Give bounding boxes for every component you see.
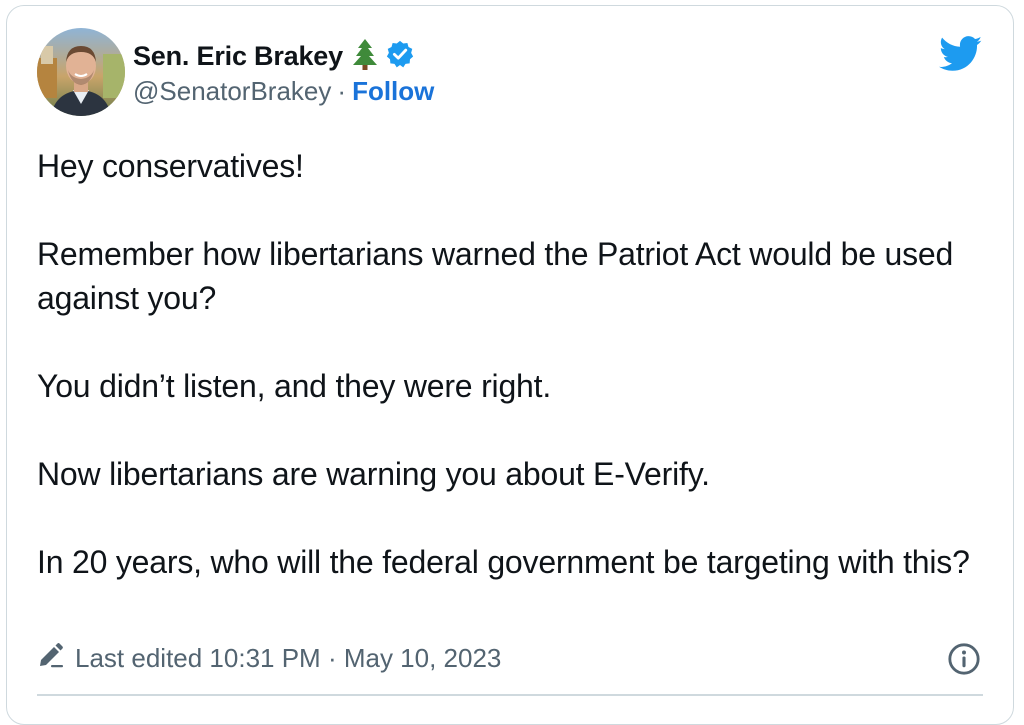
author-handle[interactable]: @SenatorBrakey bbox=[133, 76, 331, 107]
last-edited-timestamp[interactable]: Last edited 10:31 PM · May 10, 2023 bbox=[75, 643, 501, 674]
edit-history-link[interactable]: Last edited 10:31 PM · May 10, 2023 bbox=[37, 642, 501, 675]
tweet-paragraph: You didn’t listen, and they were right. bbox=[37, 368, 552, 404]
pencil-icon bbox=[37, 642, 65, 675]
avatar[interactable] bbox=[37, 28, 125, 116]
tweet-paragraph: Remember how libertarians warned the Pat… bbox=[37, 236, 954, 316]
tweet-paragraph: Hey conservatives! bbox=[37, 148, 304, 184]
verified-badge-icon bbox=[385, 39, 415, 74]
author-display-name[interactable]: Sen. Eric Brakey bbox=[133, 41, 343, 72]
evergreen-tree-icon bbox=[351, 38, 379, 75]
tweet-body: Hey conservatives! Remember how libertar… bbox=[37, 144, 987, 584]
tweet-card: Sen. Eric Brakey @SenatorBrakey · Follow… bbox=[6, 5, 1014, 725]
handle-separator: · bbox=[337, 76, 347, 106]
info-icon[interactable] bbox=[947, 642, 981, 681]
twitter-bird-icon[interactable] bbox=[939, 36, 983, 77]
tweet-paragraph: In 20 years, who will the federal govern… bbox=[37, 544, 970, 580]
follow-button[interactable]: Follow bbox=[352, 76, 434, 107]
avatar-photo bbox=[37, 28, 125, 116]
tweet-paragraph: Now libertarians are warning you about E… bbox=[37, 456, 710, 492]
divider bbox=[37, 694, 983, 696]
